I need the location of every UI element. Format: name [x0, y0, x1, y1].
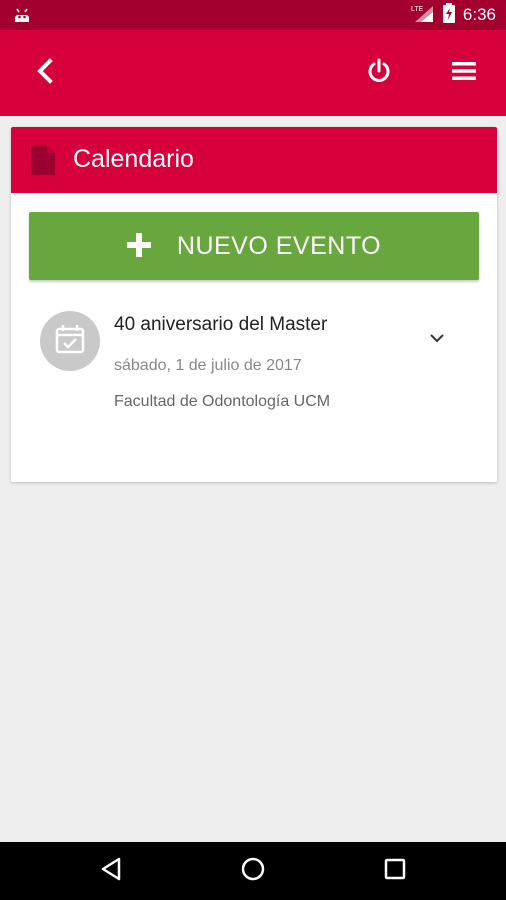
recents-square-icon [384, 858, 406, 885]
home-circle-icon [240, 856, 266, 887]
power-button[interactable] [360, 54, 398, 92]
battery-charging-icon [442, 2, 455, 28]
nav-back-button[interactable] [94, 854, 128, 888]
list-item[interactable]: 40 aniversario del Master sábado, 1 de j… [11, 307, 497, 417]
event-place: Facultad de Odontología UCM [114, 393, 331, 410]
nav-home-button[interactable] [236, 854, 270, 888]
menu-button[interactable] [445, 54, 483, 92]
event-date: sábado, 1 de julio de 2017 [114, 357, 302, 374]
chevron-down-icon [429, 330, 445, 348]
plus-icon [126, 229, 151, 263]
status-time: 6:36 [462, 5, 496, 24]
power-icon [366, 58, 392, 89]
lte-signal-icon: LTE [411, 3, 435, 28]
status-bar: LTE 6:36 [0, 0, 506, 30]
event-avatar [40, 311, 100, 371]
document-icon [31, 145, 55, 180]
expand-button[interactable] [425, 327, 449, 351]
new-event-label: NUEVO EVENTO [176, 231, 382, 260]
app-bar [0, 30, 506, 116]
nav-recents-button[interactable] [378, 854, 412, 888]
back-button[interactable] [26, 54, 64, 92]
calendar-card: Calendario NUEVO EVENTO 40 aniversario d… [11, 127, 497, 482]
card-header: Calendario [11, 127, 497, 193]
android-icon [12, 6, 32, 29]
back-triangle-icon [100, 857, 122, 886]
card-title: Calendario [73, 145, 194, 173]
event-title: 40 aniversario del Master [114, 314, 328, 335]
system-nav-bar [0, 842, 506, 900]
back-arrow-icon [35, 57, 55, 89]
hamburger-menu-icon [452, 61, 476, 86]
calendar-check-icon [55, 324, 85, 359]
svg-text:LTE: LTE [411, 6, 424, 13]
new-event-button[interactable]: NUEVO EVENTO [29, 212, 479, 280]
